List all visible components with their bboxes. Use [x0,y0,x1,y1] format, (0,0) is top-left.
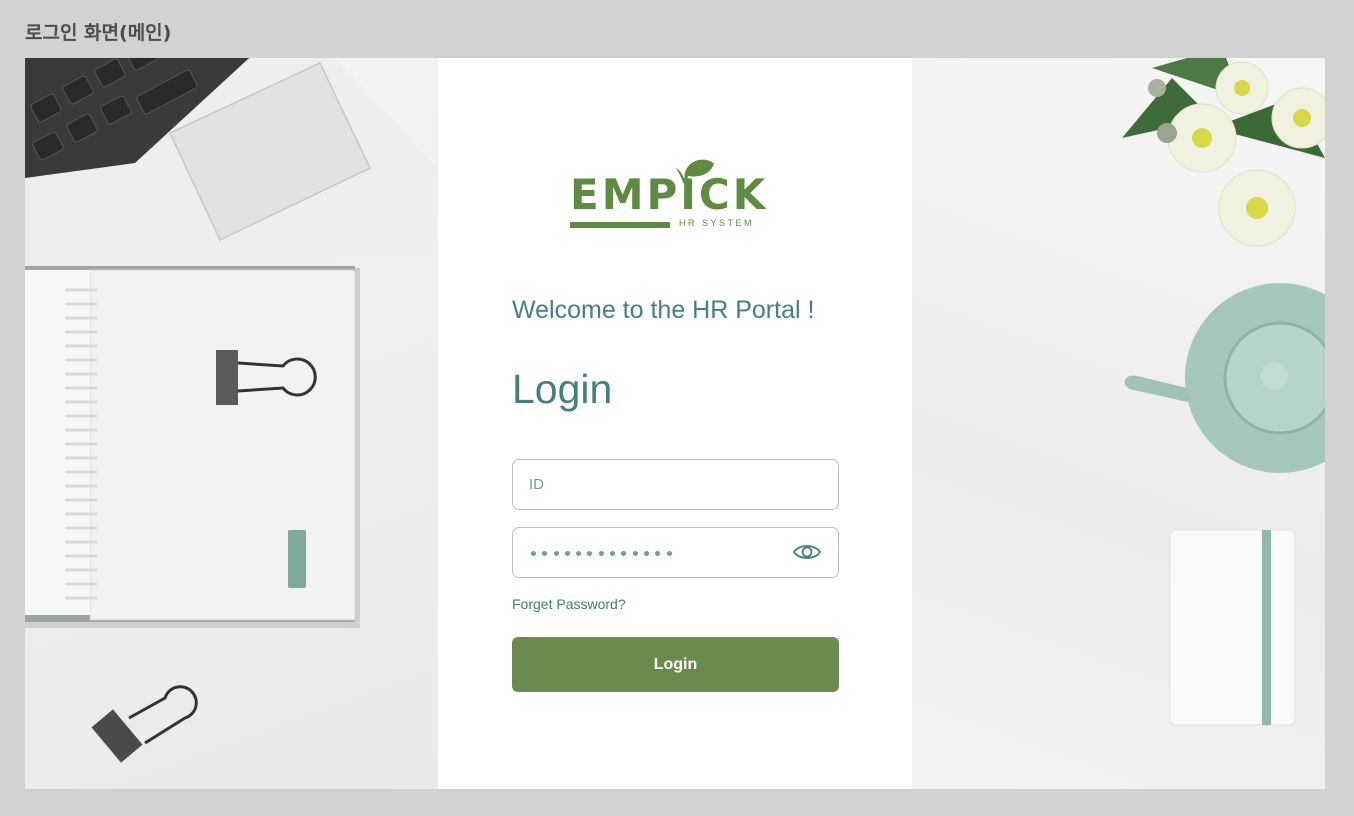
desk-illustration-left [25,58,438,763]
laptop-image [25,58,438,273]
right-background-photo [912,58,1325,789]
login-panel: EMPICK HR SYSTEM Welcome to the HR Porta… [438,58,912,789]
frame-label: 로그인 화면(메인) [25,22,172,44]
login-screen: EMPICK HR SYSTEM Welcome to the HR Porta… [25,58,1325,789]
binder-clip-image [91,685,198,763]
teapot-image [1124,283,1325,473]
brand-tagline: HR SYSTEM [679,218,755,228]
password-input[interactable] [531,541,672,565]
left-background-photo [25,58,438,789]
eye-icon[interactable] [792,542,822,562]
logo-underline [570,222,670,228]
login-button[interactable]: Login [512,637,839,692]
welcome-text: Welcome to the HR Portal ! [512,296,815,324]
id-input[interactable] [529,472,789,497]
id-field[interactable] [512,459,839,510]
flowers-image [1122,58,1325,247]
forget-password-link[interactable]: Forget Password? [512,596,626,612]
empick-logo: EMPICK HR SYSTEM [568,156,788,236]
login-heading: Login [512,366,613,412]
brand-name: EMPICK [570,170,769,219]
dotted-notebook-image [1169,529,1296,726]
desk-illustration-right [1122,58,1325,726]
password-field[interactable] [512,527,839,578]
notebook-image [25,266,360,628]
